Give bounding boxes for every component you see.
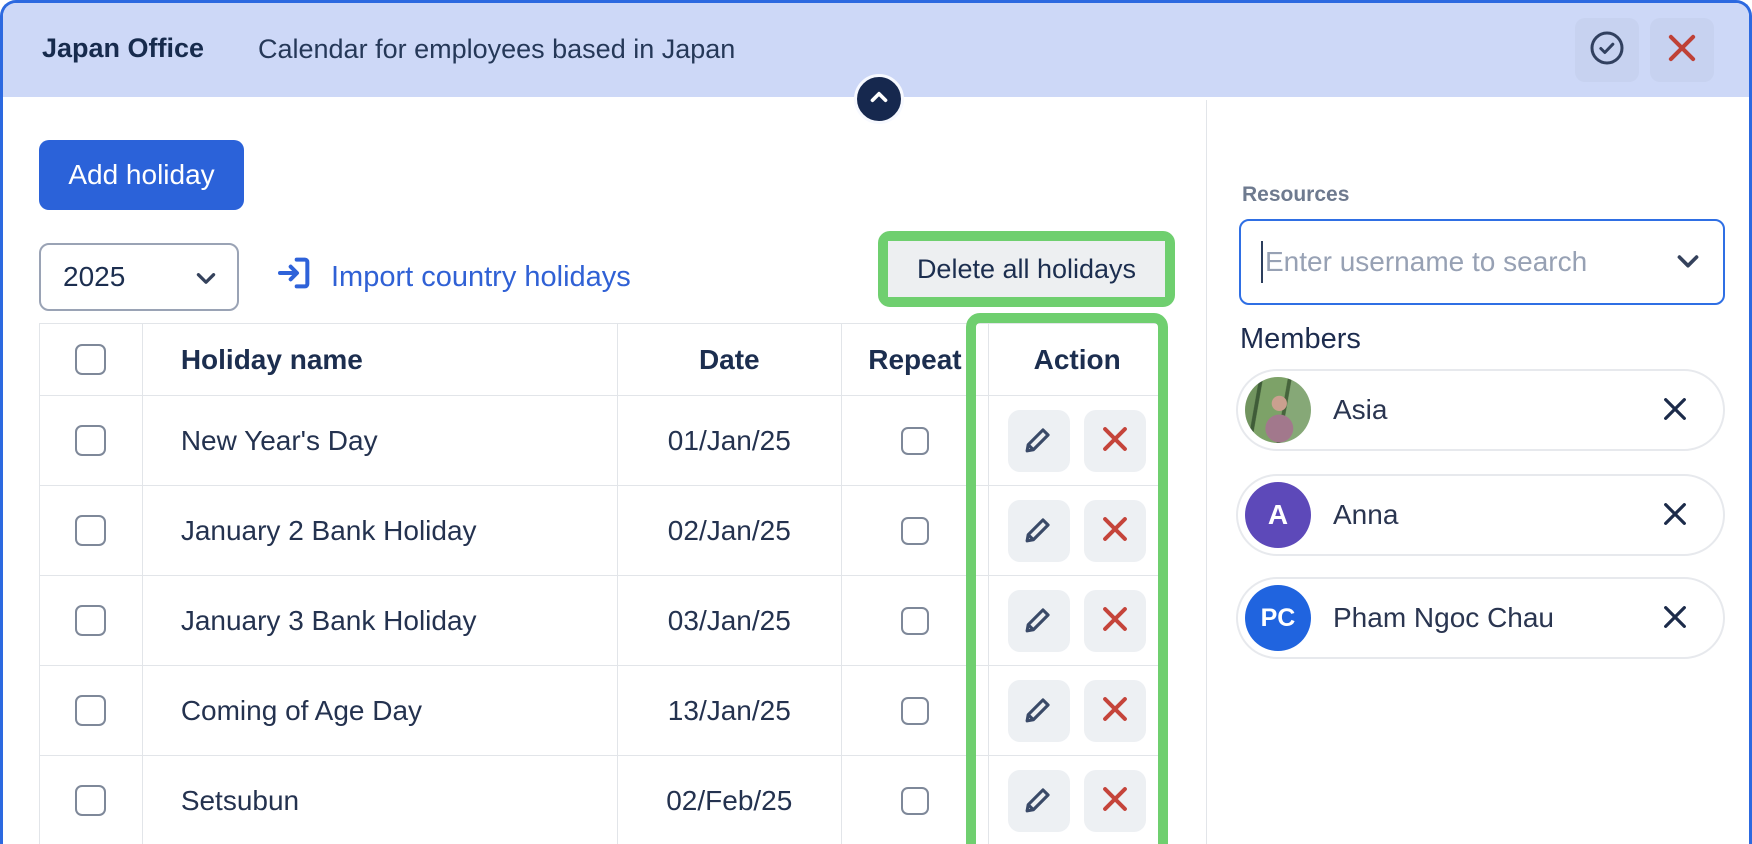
holiday-date: 02/Feb/25 — [618, 756, 842, 844]
pencil-icon — [1022, 512, 1056, 549]
chevron-down-icon[interactable] — [1673, 251, 1703, 273]
year-select-value: 2025 — [63, 261, 125, 293]
close-icon — [1663, 29, 1701, 72]
holiday-date: 01/Jan/25 — [618, 396, 842, 485]
calendar-title: Japan Office — [42, 33, 204, 64]
table-row: January 3 Bank Holiday 03/Jan/25 — [40, 576, 1165, 666]
collapse-panel-button[interactable] — [854, 74, 904, 124]
username-search-input[interactable] — [1265, 246, 1673, 278]
holiday-date: 02/Jan/25 — [618, 486, 842, 575]
delete-x-icon — [1098, 512, 1132, 549]
delete-holiday-button[interactable] — [1084, 410, 1146, 472]
delete-all-annotation-box: Delete all holidays — [878, 231, 1175, 307]
calendar-subtitle: Calendar for employees based in Japan — [258, 34, 735, 65]
chevron-down-icon — [193, 269, 219, 289]
row-checkbox[interactable] — [75, 695, 106, 726]
column-header-action: Action — [989, 324, 1165, 395]
member-chip: Asia — [1236, 369, 1725, 451]
repeat-checkbox[interactable] — [901, 697, 929, 725]
delete-holiday-button[interactable] — [1084, 500, 1146, 562]
column-header-holiday-name: Holiday name — [143, 324, 618, 395]
members-label: Members — [1240, 323, 1361, 356]
delete-holiday-button[interactable] — [1084, 770, 1146, 832]
holiday-calendar-panel: Japan Office Calendar for employees base… — [0, 0, 1752, 844]
member-name: Pham Ngoc Chau — [1333, 602, 1653, 634]
avatar: A — [1245, 482, 1311, 548]
delete-x-icon — [1098, 422, 1132, 459]
remove-member-button[interactable] — [1653, 493, 1697, 537]
close-icon — [1659, 393, 1691, 428]
import-country-holidays-link[interactable]: Import country holidays — [275, 255, 631, 299]
delete-x-icon — [1098, 782, 1132, 819]
close-icon — [1659, 498, 1691, 533]
edit-holiday-button[interactable] — [1008, 410, 1070, 472]
member-chip: A Anna — [1236, 474, 1725, 556]
import-link-label: Import country holidays — [331, 261, 631, 294]
close-button[interactable] — [1650, 18, 1714, 82]
sidebar-divider — [1206, 100, 1207, 844]
repeat-checkbox[interactable] — [901, 517, 929, 545]
pencil-icon — [1022, 422, 1056, 459]
table-row: Setsubun 02/Feb/25 — [40, 756, 1165, 844]
delete-holiday-button[interactable] — [1084, 680, 1146, 742]
avatar — [1245, 377, 1311, 443]
confirm-button[interactable] — [1575, 18, 1639, 82]
chevron-up-icon — [866, 84, 892, 115]
pencil-icon — [1022, 602, 1056, 639]
holiday-name: Coming of Age Day — [143, 666, 618, 755]
repeat-checkbox[interactable] — [901, 607, 929, 635]
resource-search-box — [1239, 219, 1725, 305]
edit-holiday-button[interactable] — [1008, 590, 1070, 652]
row-checkbox[interactable] — [75, 605, 106, 636]
avatar: PC — [1245, 585, 1311, 651]
column-header-repeat: Repeat — [842, 324, 990, 395]
row-checkbox[interactable] — [75, 785, 106, 816]
delete-holiday-button[interactable] — [1084, 590, 1146, 652]
row-checkbox[interactable] — [75, 425, 106, 456]
member-name: Anna — [1333, 499, 1653, 531]
delete-x-icon — [1098, 602, 1132, 639]
delete-x-icon — [1098, 692, 1132, 729]
holiday-name: Setsubun — [143, 756, 618, 844]
check-circle-icon — [1587, 28, 1627, 73]
text-caret — [1261, 241, 1263, 283]
add-holiday-button[interactable]: Add holiday — [39, 140, 244, 210]
edit-holiday-button[interactable] — [1008, 680, 1070, 742]
edit-holiday-button[interactable] — [1008, 770, 1070, 832]
year-select[interactable]: 2025 — [39, 243, 239, 311]
column-header-date: Date — [618, 324, 842, 395]
table-row: January 2 Bank Holiday 02/Jan/25 — [40, 486, 1165, 576]
delete-all-holidays-button[interactable]: Delete all holidays — [888, 241, 1165, 297]
remove-member-button[interactable] — [1653, 596, 1697, 640]
resources-label: Resources — [1242, 183, 1349, 207]
row-checkbox[interactable] — [75, 515, 106, 546]
table-header-row: Holiday name Date Repeat Action — [40, 324, 1165, 396]
holiday-name: January 3 Bank Holiday — [143, 576, 618, 665]
edit-holiday-button[interactable] — [1008, 500, 1070, 562]
table-row: Coming of Age Day 13/Jan/25 — [40, 666, 1165, 756]
holiday-date: 13/Jan/25 — [618, 666, 842, 755]
table-row: New Year's Day 01/Jan/25 — [40, 396, 1165, 486]
repeat-checkbox[interactable] — [901, 427, 929, 455]
pencil-icon — [1022, 692, 1056, 729]
member-chip: PC Pham Ngoc Chau — [1236, 577, 1725, 659]
close-icon — [1659, 601, 1691, 636]
select-all-checkbox[interactable] — [75, 344, 106, 375]
holiday-date: 03/Jan/25 — [618, 576, 842, 665]
holiday-name: January 2 Bank Holiday — [143, 486, 618, 575]
import-icon — [275, 253, 315, 301]
remove-member-button[interactable] — [1653, 388, 1697, 432]
holiday-name: New Year's Day — [143, 396, 618, 485]
pencil-icon — [1022, 782, 1056, 819]
repeat-checkbox[interactable] — [901, 787, 929, 815]
member-name: Asia — [1333, 394, 1653, 426]
holidays-table: Holiday name Date Repeat Action New Year… — [39, 323, 1166, 844]
